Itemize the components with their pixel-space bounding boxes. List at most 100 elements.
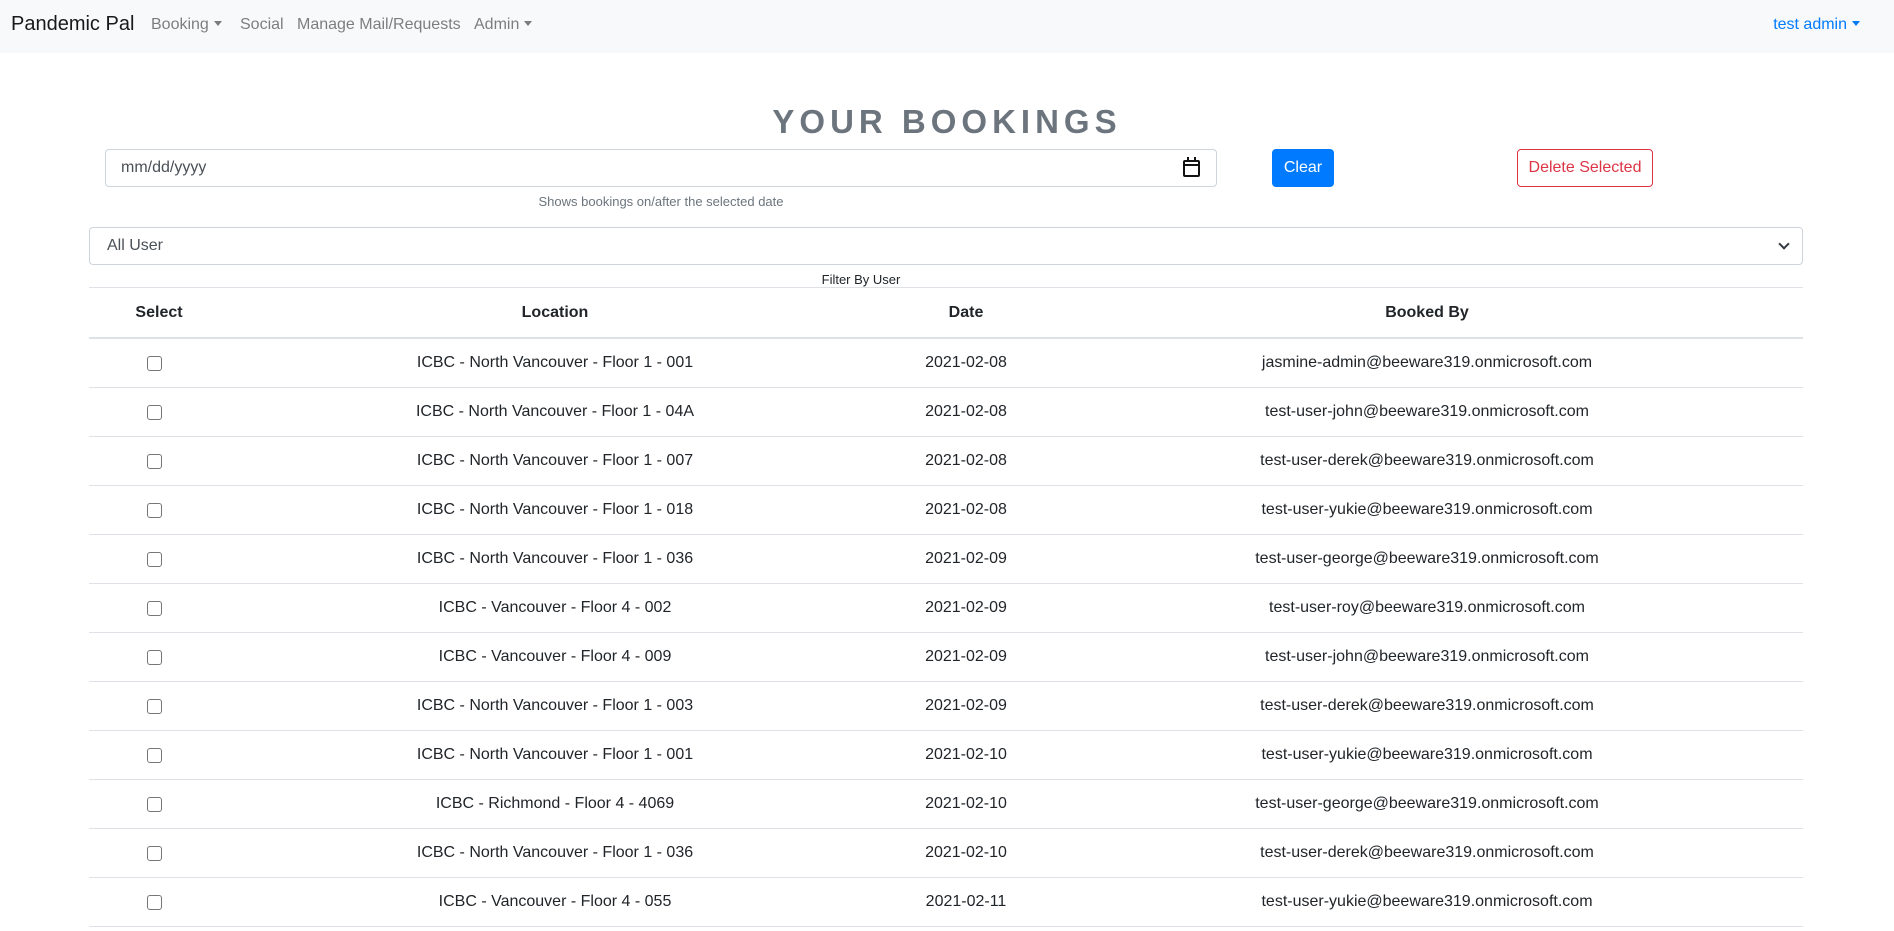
table-row: ICBC - North Vancouver - Floor 1 - 036 20…	[89, 829, 1803, 878]
location-cell: ICBC - Vancouver - Floor 4 - 055	[438, 893, 672, 910]
page-title: YOUR BOOKINGS	[772, 103, 1122, 140]
nav-booking-label: Booking	[151, 16, 209, 33]
date-cell: 2021-02-08	[925, 501, 1007, 518]
date-filter-input[interactable]: mm/dd/yyyy	[105, 149, 1217, 187]
header-select: Select	[135, 303, 183, 321]
date-cell: 2021-02-09	[925, 697, 1007, 714]
nav-social-link[interactable]: Social	[240, 16, 284, 34]
location-cell: ICBC - Vancouver - Floor 4 - 002	[438, 599, 672, 616]
select-cell	[89, 453, 229, 469]
nav-manage-mail-link[interactable]: Manage Mail/Requests	[297, 16, 461, 34]
location-cell: ICBC - North Vancouver - Floor 1 - 003	[416, 697, 694, 714]
calendar-icon[interactable]	[1183, 157, 1200, 177]
date-filter-hint: Shows bookings on/after the selected dat…	[538, 194, 784, 209]
select-cell	[89, 698, 229, 714]
booked-by-cell: test-user-john@beeware319.onmicrosoft.co…	[1265, 648, 1589, 665]
select-cell	[89, 551, 229, 567]
booked-by-cell: jasmine-admin@beeware319.onmicrosoft.com	[1261, 354, 1593, 371]
table-row: ICBC - Richmond - Floor 4 - 4069 2021-02-…	[89, 780, 1803, 829]
caret-down-icon	[213, 21, 222, 26]
row-select-checkbox[interactable]	[146, 698, 162, 714]
caret-down-icon	[1852, 21, 1860, 26]
nav-admin-dropdown[interactable]: Admin	[474, 16, 533, 34]
date-cell: 2021-02-10	[925, 746, 1007, 763]
clear-button[interactable]: Clear	[1272, 149, 1334, 187]
booked-by-cell: test-user-john@beeware319.onmicrosoft.co…	[1265, 403, 1589, 420]
table-row: ICBC - North Vancouver - Floor 1 - 001 20…	[89, 339, 1803, 388]
select-cell	[89, 355, 229, 371]
header-location: Location	[521, 303, 589, 321]
table-row: ICBC - North Vancouver - Floor 1 - 018 20…	[89, 486, 1803, 535]
booked-by-cell: test-user-roy@beeware319.onmicrosoft.com	[1269, 599, 1585, 616]
table-row: ICBC - North Vancouver - Floor 1 - 036 20…	[89, 535, 1803, 584]
row-select-checkbox[interactable]	[146, 355, 162, 371]
select-cell	[89, 796, 229, 812]
select-cell	[89, 845, 229, 861]
row-select-checkbox[interactable]	[146, 649, 162, 665]
table-row: ICBC - North Vancouver - Floor 1 - 007 20…	[89, 437, 1803, 486]
date-placeholder: mm/dd/yyyy	[121, 159, 207, 176]
booked-by-cell: test-user-yukie@beeware319.onmicrosoft.c…	[1261, 746, 1593, 763]
row-select-checkbox[interactable]	[146, 747, 162, 763]
table-row: ICBC - Vancouver - Floor 4 - 009 2021-02-…	[89, 633, 1803, 682]
user-filter-select[interactable]: All User	[89, 227, 1803, 265]
date-cell: 2021-02-11	[925, 893, 1007, 910]
location-cell: ICBC - North Vancouver - Floor 1 - 007	[416, 452, 694, 469]
header-booked-by: Booked By	[1385, 303, 1469, 321]
row-select-checkbox[interactable]	[146, 502, 162, 518]
booked-by-cell: test-user-derek@beeware319.onmicrosoft.c…	[1260, 697, 1594, 714]
row-select-checkbox[interactable]	[146, 796, 162, 812]
brand-link[interactable]: Pandemic Pal	[11, 13, 134, 36]
table-row: ICBC - North Vancouver - Floor 1 - 001 20…	[89, 731, 1803, 780]
booked-by-cell: test-user-derek@beeware319.onmicrosoft.c…	[1260, 452, 1594, 469]
nav-booking-dropdown[interactable]: Booking	[151, 16, 222, 34]
select-cell	[89, 404, 229, 420]
date-cell: 2021-02-10	[925, 795, 1007, 812]
location-cell: ICBC - North Vancouver - Floor 1 - 001	[416, 746, 694, 763]
user-filter-hint: Filter By User	[821, 272, 901, 287]
date-cell: 2021-02-08	[925, 354, 1007, 371]
row-select-checkbox[interactable]	[146, 894, 162, 910]
header-date: Date	[948, 303, 984, 321]
user-name: test admin	[1773, 16, 1847, 33]
booked-by-cell: test-user-george@beeware319.onmicrosoft.…	[1255, 795, 1599, 812]
bookings-table: Select Location Date Booked By ICBC - No…	[89, 287, 1803, 927]
booked-by-cell: test-user-george@beeware319.onmicrosoft.…	[1255, 550, 1599, 567]
table-row: ICBC - North Vancouver - Floor 1 - 04A 20…	[89, 388, 1803, 437]
location-cell: ICBC - Vancouver - Floor 4 - 009	[438, 648, 672, 665]
table-row: ICBC - Vancouver - Floor 4 - 002 2021-02-…	[89, 584, 1803, 633]
table-body: ICBC - North Vancouver - Floor 1 - 001 20…	[89, 339, 1803, 927]
date-cell: 2021-02-10	[925, 844, 1007, 861]
select-cell	[89, 649, 229, 665]
row-select-checkbox[interactable]	[146, 551, 162, 567]
caret-down-icon	[524, 21, 533, 26]
delete-selected-button[interactable]: Delete Selected	[1517, 149, 1653, 187]
date-cell: 2021-02-09	[925, 648, 1007, 665]
booked-by-cell: test-user-yukie@beeware319.onmicrosoft.c…	[1261, 501, 1593, 518]
table-header-row: Select Location Date Booked By	[89, 288, 1803, 339]
select-cell	[89, 894, 229, 910]
table-row: ICBC - Vancouver - Floor 4 - 055 2021-02-…	[89, 878, 1803, 927]
date-cell: 2021-02-08	[925, 452, 1007, 469]
row-select-checkbox[interactable]	[146, 600, 162, 616]
select-cell	[89, 502, 229, 518]
location-cell: ICBC - Richmond - Floor 4 - 4069	[435, 795, 675, 812]
location-cell: ICBC - North Vancouver - Floor 1 - 001	[416, 354, 694, 371]
user-menu-dropdown[interactable]: test admin	[1773, 16, 1860, 34]
row-select-checkbox[interactable]	[146, 404, 162, 420]
select-cell	[89, 600, 229, 616]
date-cell: 2021-02-08	[925, 403, 1007, 420]
location-cell: ICBC - North Vancouver - Floor 1 - 036	[416, 550, 694, 567]
select-cell	[89, 747, 229, 763]
location-cell: ICBC - North Vancouver - Floor 1 - 04A	[415, 403, 695, 420]
date-cell: 2021-02-09	[925, 550, 1007, 567]
booked-by-cell: test-user-derek@beeware319.onmicrosoft.c…	[1260, 844, 1594, 861]
user-filter-value: All User	[107, 237, 164, 254]
nav-admin-label: Admin	[474, 16, 520, 33]
date-cell: 2021-02-09	[925, 599, 1007, 616]
navbar: Pandemic Pal Booking Social Manage Mail/…	[0, 0, 1894, 53]
location-cell: ICBC - North Vancouver - Floor 1 - 018	[416, 501, 694, 518]
table-row: ICBC - North Vancouver - Floor 1 - 003 20…	[89, 682, 1803, 731]
row-select-checkbox[interactable]	[146, 453, 162, 469]
row-select-checkbox[interactable]	[146, 845, 162, 861]
